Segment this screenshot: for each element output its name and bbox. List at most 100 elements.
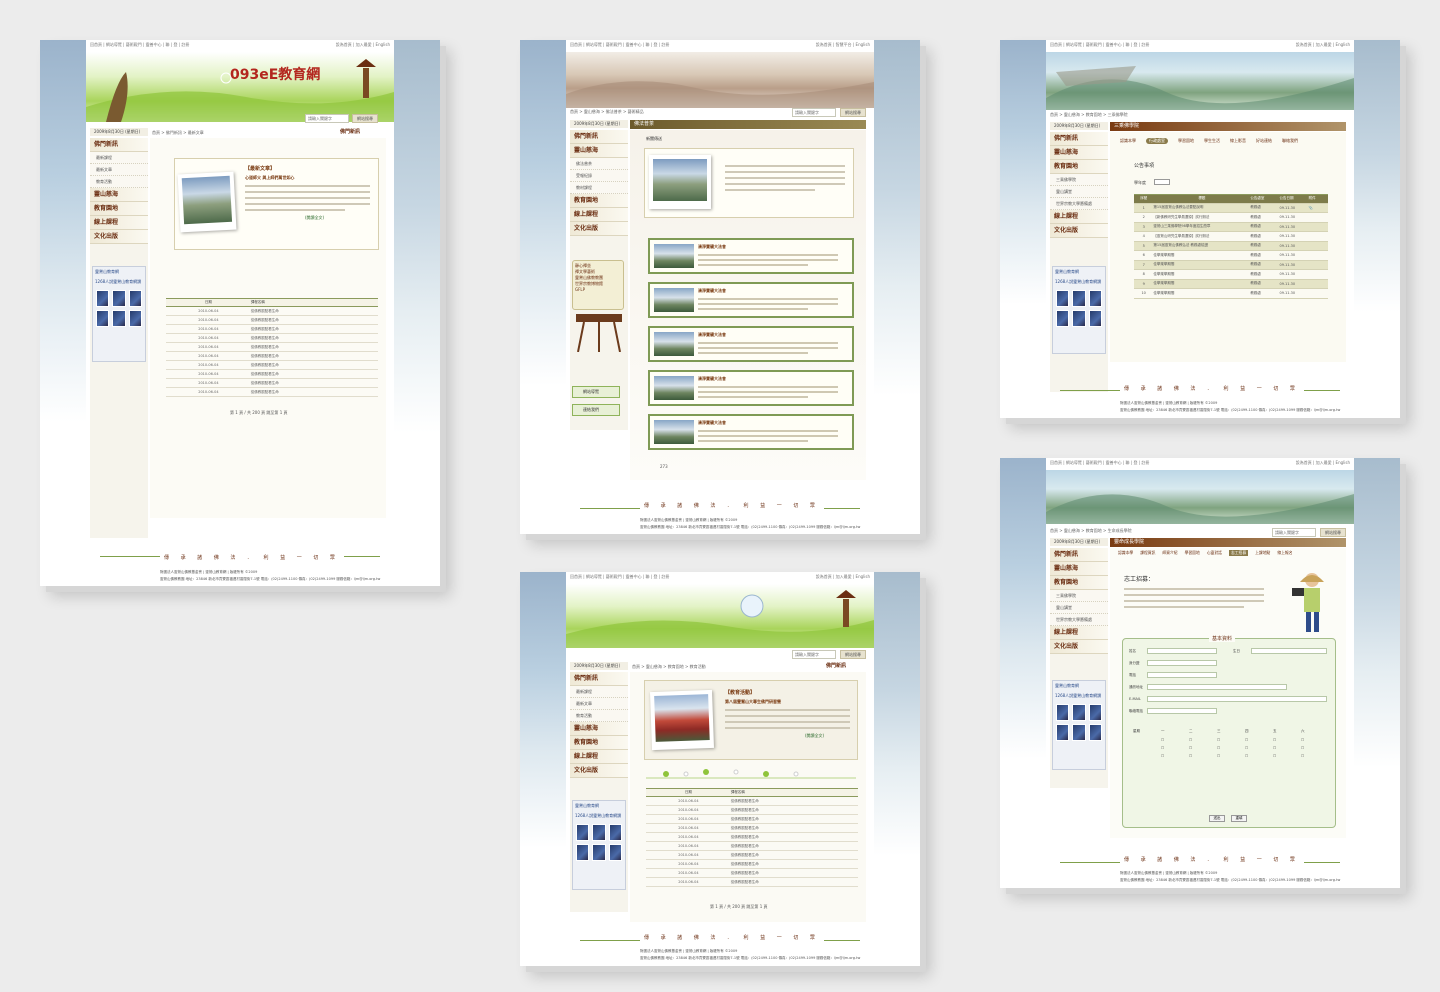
menu-buddhist-news[interactable]: 佛門新訊 — [90, 138, 148, 152]
table-row[interactable]: 3 靈鷲山三乘佛學院98學年度招生簡章 教務處 09.11.30 — [1134, 222, 1328, 232]
facebook-title[interactable]: 靈鷲山教育網 — [1053, 681, 1105, 691]
checkbox[interactable]: ☐ — [1273, 754, 1301, 758]
tab-item[interactable]: 學習園地 — [1185, 550, 1200, 556]
top-nav[interactable]: 回首頁 | 網站導覽 | 藝術殿門 | 靈善中心 | 聯 | 登 | 註冊 — [90, 42, 189, 48]
tab-item[interactable]: 聯絡我們 — [1282, 138, 1298, 144]
menu-lingshan[interactable]: 靈山慈海 — [570, 144, 628, 158]
fan-avatar[interactable] — [576, 844, 590, 861]
menu-online-courses[interactable]: 線上課程 — [1050, 210, 1108, 224]
checkbox[interactable]: ☐ — [1217, 746, 1245, 750]
checkbox[interactable]: ☐ — [1161, 746, 1189, 750]
checkbox[interactable]: ☐ — [1189, 754, 1217, 758]
checkbox[interactable]: ☐ — [1301, 754, 1329, 758]
tab-item-active[interactable]: 志工招募 — [1228, 550, 1249, 556]
menu-education[interactable]: 教育園地 — [570, 736, 628, 750]
sitemap-button[interactable]: 網站導覽 — [572, 386, 620, 398]
table-row[interactable]: 2010-06-04 從佛教觀點看生命 — [166, 307, 378, 316]
id-field[interactable] — [1147, 660, 1217, 666]
top-nav-right[interactable]: 設為首頁 | 加入最愛 | English — [816, 574, 870, 580]
table-row[interactable]: 2010-06-04 從佛教觀點看生命 — [166, 343, 378, 352]
menu-publishing[interactable]: 文化出版 — [570, 764, 628, 778]
table-row[interactable]: 2010-06-04 從佛教觀點看生命 — [166, 370, 378, 379]
tab-item-active[interactable]: 行政處室 — [1146, 138, 1168, 144]
top-nav-right[interactable]: 設為首頁 | 加入最愛 | English — [1296, 460, 1350, 466]
top-nav[interactable]: 回首頁 | 網站導覽 | 藝術殿門 | 靈善中心 | 聯 | 登 | 註冊 — [570, 574, 669, 580]
table-row[interactable]: 2010-06-04 從佛教觀點看生命 — [646, 806, 858, 815]
tab-item[interactable]: 心靈對話 — [1207, 550, 1222, 556]
article-photo[interactable] — [649, 155, 711, 209]
reset-button[interactable]: 重填 — [1231, 815, 1247, 822]
search-input[interactable] — [792, 108, 836, 117]
table-row[interactable]: 2010-06-04 從佛教觀點看生命 — [646, 869, 858, 878]
table-row[interactable]: 2010-06-04 從佛教觀點看生命 — [166, 316, 378, 325]
birthday-field[interactable] — [1251, 648, 1327, 654]
article-photo[interactable] — [650, 689, 714, 751]
menu-lingshan[interactable]: 靈山慈海 — [90, 188, 148, 202]
menu-education[interactable]: 教育園地 — [1050, 160, 1108, 174]
article-subtitle[interactable]: 第八屆靈鷲山大專生佛門研習營 — [725, 699, 781, 705]
menu-lingshan[interactable]: 靈山慈海 — [1050, 562, 1108, 576]
article-photo[interactable] — [177, 171, 237, 233]
contact-phone-field[interactable] — [1147, 708, 1217, 714]
submenu-latest-courses[interactable]: 最新課程 — [90, 152, 148, 164]
search-button[interactable]: 網站搜尋 — [840, 650, 866, 659]
table-row[interactable]: 2010-06-04 從佛教觀點看生命 — [646, 842, 858, 851]
name-field[interactable] — [1147, 648, 1217, 654]
table-row[interactable]: 2010-06-04 從佛教觀點看生命 — [166, 379, 378, 388]
submenu-item[interactable]: 三乘佛學院 — [1050, 590, 1108, 602]
checkbox[interactable]: ☐ — [1189, 738, 1217, 742]
submenu-item[interactable]: 靈山講堂 — [1050, 602, 1108, 614]
submenu-latest-articles[interactable]: 最新文章 — [570, 698, 628, 710]
table-row[interactable]: 4 【靈鷲山研究生學員選錄】試行辦法 教務處 09.11.30 — [1134, 232, 1328, 242]
menu-lingshan[interactable]: 靈山慈海 — [570, 722, 628, 736]
top-nav[interactable]: 回首頁 | 網站導覽 | 藝術殿門 | 靈善中心 | 聯 | 登 | 註冊 — [1050, 460, 1149, 466]
tab-item[interactable]: 線上報名 — [1277, 550, 1292, 556]
tab-item[interactable]: 學習園地 — [1178, 138, 1194, 144]
fan-avatar[interactable] — [576, 824, 590, 841]
table-row[interactable]: 9 佳學樂學期間 教務處 09.11.30 — [1134, 279, 1328, 289]
fan-avatar[interactable] — [608, 844, 622, 861]
table-row[interactable]: 2010-06-04 從佛教觀點看生命 — [166, 361, 378, 370]
menu-publishing[interactable]: 文化出版 — [1050, 640, 1108, 654]
tab-item[interactable]: 線上影音 — [1230, 138, 1246, 144]
fan-avatar[interactable] — [96, 290, 110, 307]
news-item[interactable]: 清淨寶礦大法會 — [648, 238, 854, 274]
tab-item[interactable]: 課程資訊 — [1140, 550, 1155, 556]
fan-avatar[interactable] — [1056, 704, 1070, 721]
menu-publishing[interactable]: 文化出版 — [1050, 224, 1108, 238]
phone-field[interactable] — [1147, 672, 1217, 678]
top-nav-right[interactable]: 設為首頁 | 加入最愛 | English — [1296, 42, 1350, 48]
table-row[interactable]: 8 佳學樂學期間 教務處 09.11.30 — [1134, 270, 1328, 280]
checkbox[interactable]: ☐ — [1245, 746, 1273, 750]
table-row[interactable]: 7 佳學樂學期間 教務處 09.11.30 — [1134, 260, 1328, 270]
submenu-item[interactable]: 三乘佛學院 — [1050, 174, 1108, 186]
submenu-item[interactable]: 世界宗教大學籌備處 — [1050, 614, 1108, 626]
table-row[interactable]: 2010-06-04 從佛教觀點看生命 — [646, 860, 858, 869]
fan-avatar[interactable] — [1056, 724, 1070, 741]
fan-avatar[interactable] — [608, 824, 622, 841]
search-button[interactable]: 網站搜尋 — [840, 108, 866, 117]
table-row[interactable]: 1 第15屆靈鷲山佛教弘法要點說明 教務處 09.11.30 📎 — [1134, 203, 1328, 213]
table-row[interactable]: 2010-06-04 從佛教觀點看生命 — [646, 878, 858, 887]
pager[interactable]: 第 1 頁 / 共 200 頁 跳至第 1 頁 — [230, 410, 288, 416]
checkbox[interactable]: ☐ — [1273, 738, 1301, 742]
menu-buddhist-news[interactable]: 佛門新訊 — [1050, 132, 1108, 146]
search-input[interactable] — [792, 650, 836, 659]
checkbox[interactable]: ☐ — [1301, 738, 1329, 742]
menu-publishing[interactable]: 文化出版 — [570, 222, 628, 236]
fan-avatar[interactable] — [592, 844, 606, 861]
tab-item[interactable]: 上課地點 — [1255, 550, 1270, 556]
submenu-latest-courses[interactable]: 最新課程 — [570, 686, 628, 698]
read-more-link[interactable]: (閱讀全文) — [305, 215, 324, 221]
table-row[interactable]: 2010-06-04 從佛教觀點看生命 — [646, 851, 858, 860]
table-row[interactable]: 2010-06-04 從佛教觀點看生命 — [646, 833, 858, 842]
fan-avatar[interactable] — [1072, 704, 1086, 721]
tab-item[interactable]: 認識本學 — [1120, 138, 1136, 144]
facebook-title[interactable]: 靈鷲山教育網 — [1053, 267, 1105, 277]
fan-avatar[interactable] — [96, 310, 110, 327]
table-row[interactable]: 2010-06-04 從佛教觀點看生命 — [646, 797, 858, 806]
search-button[interactable]: 網站搜尋 — [352, 114, 378, 123]
fan-avatar[interactable] — [1072, 724, 1086, 741]
submenu-education-events[interactable]: 教育活動 — [90, 176, 148, 188]
fan-avatar[interactable] — [1072, 290, 1086, 307]
